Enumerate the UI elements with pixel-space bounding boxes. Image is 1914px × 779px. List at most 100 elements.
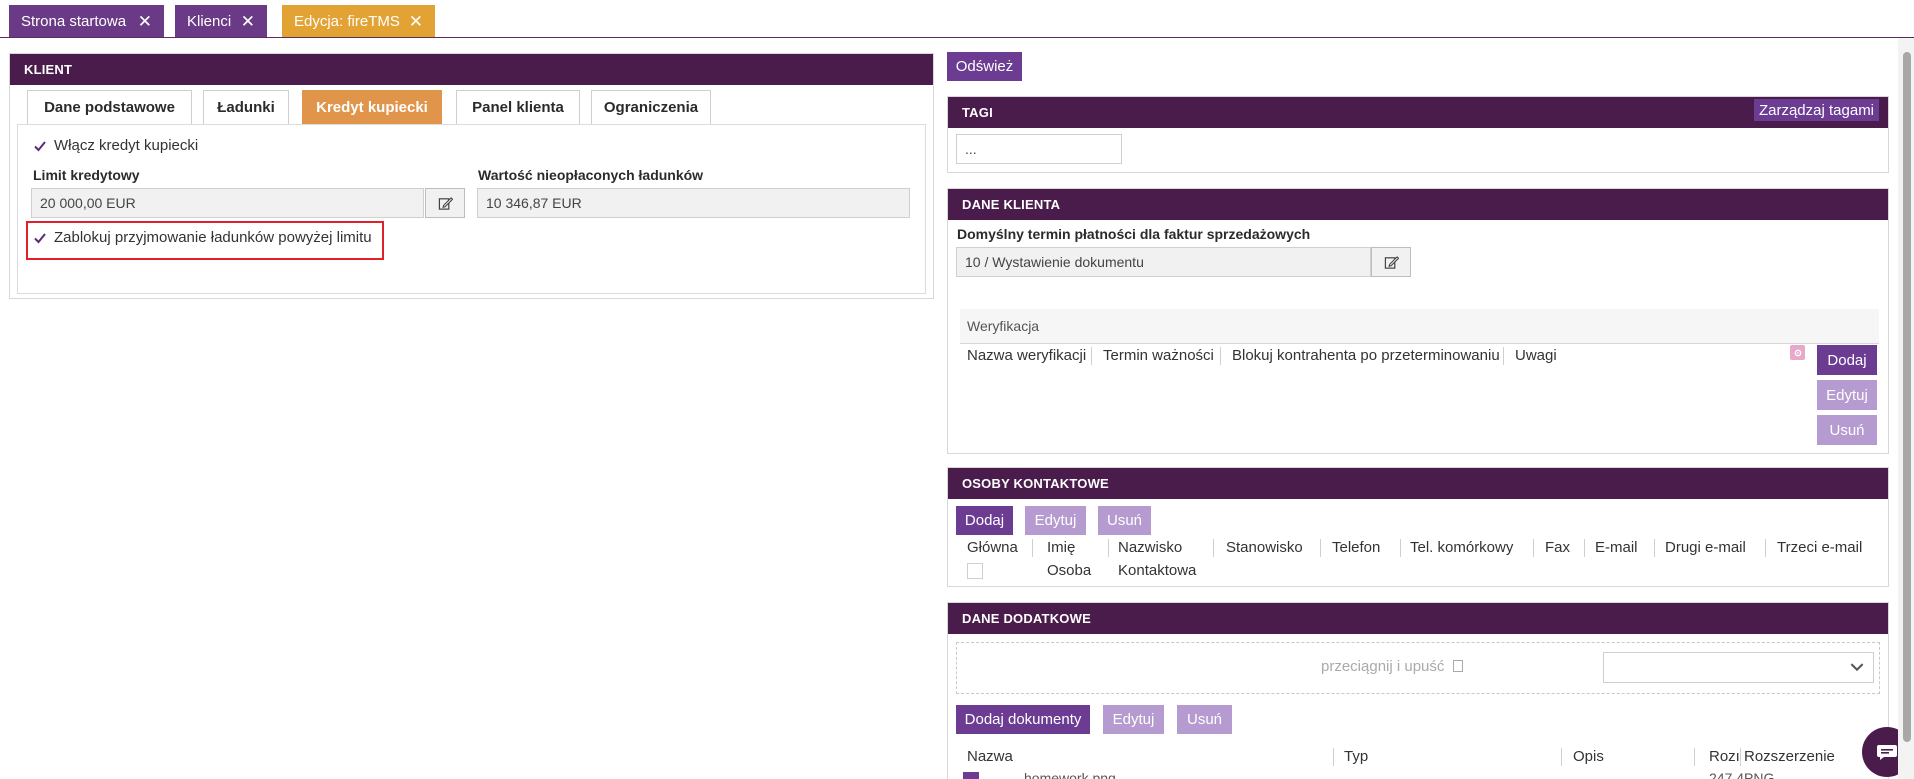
contact-last-name: Kontaktowa: [1118, 562, 1197, 579]
col-rozszerzenie: Rozszerzenie: [1744, 748, 1835, 765]
col-nazwa: Nazwa: [967, 748, 1013, 765]
documents-delete-button[interactable]: Usuń: [1177, 705, 1232, 734]
edit-credit-limit-button[interactable]: [425, 188, 465, 218]
chat-icon: [1877, 745, 1897, 760]
edit-icon: [1384, 255, 1399, 269]
column-separator: [1333, 748, 1334, 766]
credit-limit-field[interactable]: 20 000,00 EUR: [31, 188, 424, 218]
client-data-header: DANE KLIENTA: [948, 189, 1888, 220]
col-imie: Imię: [1047, 539, 1076, 556]
col-drugi-email: Drugi e-mail: [1665, 539, 1746, 556]
unpaid-value-field: 10 346,87 EUR: [477, 188, 910, 218]
col-stanowisko: Stanowisko: [1226, 539, 1303, 556]
additional-header: DANE DODATKOWE: [948, 603, 1888, 634]
col-fax: Fax: [1545, 539, 1571, 556]
col-glowna: Główna: [967, 539, 1018, 556]
column-separator: [1584, 539, 1585, 557]
tab-panel-klienta[interactable]: Panel klienta: [456, 90, 580, 124]
col-nazwisko: Nazwisko: [1118, 539, 1183, 556]
document-type-select[interactable]: [1603, 652, 1874, 683]
tab-label: Klienci: [187, 12, 232, 30]
block-above-limit-checkbox[interactable]: [33, 231, 47, 245]
check-icon: [34, 233, 46, 244]
refresh-button[interactable]: Odśwież: [947, 52, 1022, 81]
contacts-edit-button[interactable]: Edytuj: [1025, 506, 1086, 535]
tags-input[interactable]: ...: [956, 134, 1122, 164]
enable-credit-label: Włącz kredyt kupiecki: [54, 137, 199, 154]
col-typ: Typ: [1344, 748, 1369, 765]
column-separator: [1765, 539, 1766, 557]
verification-label: Weryfikacja: [967, 318, 1040, 334]
chevron-down-icon: [1850, 663, 1864, 672]
verification-header-bar: [960, 309, 1879, 344]
documents-edit-button[interactable]: Edytuj: [1103, 705, 1164, 734]
tab-kredyt-kupiecki[interactable]: Kredyt kupiecki: [302, 90, 442, 124]
tab-edycja-firetms[interactable]: Edycja: fireTMS ✕: [282, 5, 435, 37]
column-separator: [1654, 539, 1655, 557]
main-contact-checkbox[interactable]: [967, 563, 983, 579]
manage-tags-button[interactable]: Zarządzaj tagami: [1754, 99, 1879, 121]
column-separator: [1694, 748, 1695, 766]
contacts-add-button[interactable]: Dodaj: [956, 506, 1013, 535]
close-icon[interactable]: ✕: [241, 13, 255, 30]
column-separator: [1503, 347, 1504, 365]
payment-term-field[interactable]: 10 / Wystawienie dokumentu: [956, 247, 1371, 277]
close-icon[interactable]: ✕: [138, 13, 152, 30]
verification-add-button[interactable]: Dodaj: [1817, 345, 1877, 375]
col-uwagi: Uwagi: [1515, 347, 1557, 364]
column-separator: [1108, 539, 1109, 557]
tab-ladunki[interactable]: Ładunki: [203, 90, 289, 124]
col-trzeci-email: Trzeci e-mail: [1777, 539, 1863, 556]
document-size: 247,4: [1709, 770, 1745, 779]
contact-first-name: Osoba: [1047, 562, 1092, 579]
column-separator: [1740, 748, 1741, 766]
tags-header-label: TAGI: [962, 105, 993, 120]
scrollbar-thumb[interactable]: [1903, 52, 1911, 742]
unpaid-label: Wartość nieopłaconych ładunków: [478, 167, 704, 183]
column-separator: [1213, 539, 1214, 557]
tab-label: Edycja: fireTMS: [294, 12, 400, 30]
contacts-header: OSOBY KONTAKTOWE: [948, 468, 1888, 499]
col-termin-waznosci: Termin ważności: [1103, 347, 1214, 364]
column-separator: [1533, 539, 1534, 557]
col-telefon: Telefon: [1332, 539, 1381, 556]
verification-edit-button[interactable]: Edytuj: [1817, 380, 1877, 410]
close-icon[interactable]: ✕: [409, 13, 423, 30]
client-panel-header: KLIENT: [10, 54, 933, 85]
file-icon: [1452, 660, 1463, 672]
credit-limit-label: Limit kredytowy: [33, 167, 140, 183]
enable-credit-checkbox[interactable]: [33, 139, 47, 153]
verification-delete-button[interactable]: Usuń: [1817, 415, 1877, 445]
drop-zone-label: przeciągnij i upuść: [1321, 658, 1463, 675]
edit-icon: [438, 196, 453, 210]
tab-label: Strona startowa: [21, 12, 127, 30]
tab-ograniczenia[interactable]: Ograniczenia: [591, 90, 711, 124]
top-tab-bar: Strona startowa ✕ Klienci ✕ Edycja: fire…: [0, 0, 1914, 38]
col-nazwa-weryfikacji: Nazwa weryfikacji: [967, 347, 1087, 364]
drop-label: przeciągnij i upuść: [1321, 658, 1445, 675]
column-separator: [1032, 539, 1033, 557]
add-documents-button[interactable]: Dodaj dokumenty: [956, 705, 1090, 734]
tags-header: TAGI: [948, 97, 1888, 128]
document-name[interactable]: homework.png: [1024, 770, 1116, 779]
gear-icon[interactable]: [1790, 345, 1805, 360]
tab-klienci[interactable]: Klienci ✕: [175, 5, 267, 37]
column-separator: [1400, 539, 1401, 557]
col-blokuj-kontrahenta: Blokuj kontrahenta po przeterminowaniu: [1232, 347, 1500, 364]
document-ext: PNG: [1744, 770, 1775, 779]
col-opis: Opis: [1573, 748, 1604, 765]
check-icon: [34, 141, 46, 152]
column-separator: [1320, 539, 1321, 557]
contacts-delete-button[interactable]: Usuń: [1098, 506, 1151, 535]
tab-dane-podstawowe[interactable]: Dane podstawowe: [27, 90, 192, 124]
col-tel-komorkowy: Tel. komórkowy: [1410, 539, 1514, 556]
file-icon[interactable]: [963, 772, 979, 779]
column-separator: [1561, 748, 1562, 766]
column-separator: [1220, 347, 1221, 365]
col-rozmiar: Rozı: [1709, 748, 1740, 765]
edit-payment-term-button[interactable]: [1371, 247, 1411, 277]
col-email: E-mail: [1595, 539, 1638, 556]
block-above-limit-label: Zablokuj przyjmowanie ładunków powyżej l…: [54, 229, 372, 246]
tab-strona-startowa[interactable]: Strona startowa ✕: [9, 5, 164, 37]
payment-term-label: Domyślny termin płatności dla faktur spr…: [957, 226, 1311, 242]
